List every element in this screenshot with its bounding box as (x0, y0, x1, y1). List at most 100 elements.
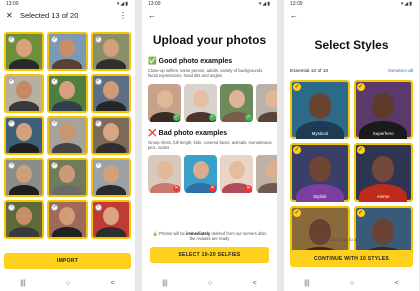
screen-select-photos: 13:09 ▾◢▮ ✕ Selected 13 of 20 ⋮ ✓ ✓ ✓ ✓ ✓ ✓ ✓ ✓… (0, 0, 135, 291)
approved-check-icon: ✓ (209, 114, 216, 121)
top-bar: ← (142, 8, 277, 22)
back-arrow-icon[interactable]: ← (148, 11, 158, 20)
recents-icon[interactable]: ||| (304, 280, 309, 287)
photo-person-body (52, 185, 83, 195)
more-icon[interactable]: ⋮ (119, 11, 129, 20)
rejected-cross-icon: ✕ (209, 185, 216, 192)
style-person-face (372, 155, 395, 182)
privacy-note-bold: immediately (186, 231, 211, 236)
photo-tile[interactable]: ✓ (47, 116, 88, 155)
photo-tile[interactable]: ✓ (90, 74, 131, 113)
style-name: Stylish (313, 194, 327, 199)
photo-person-body (257, 183, 277, 193)
style-selected-check-icon[interactable]: ✓ (293, 146, 301, 154)
top-bar: ← (284, 8, 419, 22)
photo-person-face (264, 90, 277, 109)
photo-tile[interactable]: ✓ (47, 158, 88, 197)
back-arrow-icon[interactable]: ← (290, 11, 300, 20)
photo-tile[interactable]: ○ (4, 158, 45, 197)
style-selected-check-icon[interactable]: ✓ (356, 209, 365, 217)
style-person-body (295, 184, 344, 202)
style-selected-check-icon[interactable]: ✓ (293, 209, 301, 217)
home-icon[interactable]: ○ (66, 280, 70, 287)
selection-check-icon[interactable]: ✓ (8, 120, 15, 127)
photo-tile[interactable]: ○ (4, 200, 45, 239)
good-examples-title: ✅ Good photo examples (148, 58, 233, 65)
selection-check-icon[interactable]: ○ (8, 204, 15, 211)
status-icons: ▾◢▮ (400, 1, 413, 7)
rejected-cross-icon: ✕ (173, 185, 180, 192)
photo-person-face (192, 161, 209, 180)
selection-check-icon[interactable]: ○ (94, 204, 102, 211)
selection-check-icon[interactable]: ✓ (94, 36, 102, 43)
selection-check-icon[interactable]: ○ (94, 162, 102, 169)
selection-check-icon[interactable]: ✓ (51, 78, 59, 85)
photo-person-body (52, 101, 83, 111)
photo-tile[interactable]: ✓ (4, 74, 45, 113)
recents-icon[interactable]: ||| (162, 280, 167, 287)
photo-person-face (156, 90, 173, 109)
import-button[interactable]: IMPORT (4, 253, 131, 269)
style-selected-check-icon[interactable]: ✓ (293, 83, 301, 91)
selection-check-icon[interactable]: ✓ (51, 204, 59, 211)
home-icon[interactable]: ○ (350, 280, 354, 287)
bad-example-photo: ✕ (184, 155, 217, 193)
style-card[interactable]: ✓ Anime (353, 143, 413, 202)
style-person-face (308, 155, 331, 182)
back-nav-icon[interactable]: < (395, 280, 399, 287)
photo-tile[interactable]: ○ (90, 200, 131, 239)
photo-person-body (9, 59, 40, 69)
status-time: 13:09 (290, 1, 303, 7)
selection-check-icon[interactable]: ✓ (51, 36, 59, 43)
deselect-all-link[interactable]: Deselect all (388, 69, 413, 74)
good-examples-row: ✓ ✓ ✓ ✓ (148, 84, 277, 122)
approved-check-icon: ✓ (173, 114, 180, 121)
photo-tile[interactable]: ✓ (47, 200, 88, 239)
style-card[interactable]: ✓ Stylish (290, 143, 350, 202)
photo-person-face (59, 165, 76, 183)
style-card[interactable]: ✓ Superhero (353, 80, 413, 139)
photo-tile[interactable]: ✓ (4, 32, 45, 71)
good-example-photo: ✓ (256, 84, 277, 122)
photo-person-body (9, 185, 40, 195)
status-bar: 13:09 ▾◢▮ (284, 0, 419, 8)
selection-check-icon[interactable]: ✓ (94, 120, 102, 127)
screen-upload-photos: 13:09 ▾◢▮ ← Upload your photos ✅ Good ph… (142, 0, 277, 291)
home-icon[interactable]: ○ (208, 280, 212, 287)
continue-button[interactable]: CONTINUE WITH 10 STYLES (290, 250, 413, 267)
select-selfies-button[interactable]: SELECT 10-20 SELFIES (150, 247, 269, 263)
selection-check-icon[interactable]: ✓ (8, 36, 15, 43)
style-name: Anime (376, 194, 390, 199)
good-example-photo: ✓ (220, 84, 253, 122)
photo-tile[interactable]: ✓ (4, 116, 45, 155)
recents-icon[interactable]: ||| (20, 280, 25, 287)
essential-count: Essential 10 of 10 (290, 69, 329, 74)
photo-person-face (102, 81, 119, 99)
back-nav-icon[interactable]: < (111, 280, 115, 287)
close-icon[interactable]: ✕ (6, 11, 16, 20)
good-examples-description: Close-up selfies, same person, adults, v… (148, 68, 264, 79)
style-card[interactable]: ✓ Mystical (290, 80, 350, 139)
photo-person-face (16, 165, 33, 183)
photo-tile[interactable]: ✓ (90, 116, 131, 155)
photo-tile[interactable]: ✓ (47, 32, 88, 71)
photo-person-face (192, 90, 209, 109)
photo-tile[interactable]: ✓ (90, 32, 131, 71)
photo-tile[interactable]: ○ (90, 158, 131, 197)
selection-check-icon[interactable]: ✓ (94, 78, 102, 85)
style-selected-check-icon[interactable]: ✓ (356, 146, 365, 154)
selection-check-icon[interactable]: ○ (8, 162, 15, 169)
selection-check-icon[interactable]: ✓ (51, 120, 59, 127)
style-selected-check-icon[interactable]: ✓ (356, 83, 365, 91)
photo-person-face (59, 39, 76, 57)
good-example-photo: ✓ (148, 84, 181, 122)
selection-check-icon[interactable]: ✓ (51, 162, 59, 169)
photo-person-body (257, 112, 277, 122)
photo-person-face (102, 165, 119, 183)
back-nav-icon[interactable]: < (253, 280, 257, 287)
photo-tile[interactable]: ✓ (47, 74, 88, 113)
page-title: Upload your photos (152, 33, 267, 47)
style-person-body (295, 121, 344, 139)
selection-check-icon[interactable]: ✓ (8, 78, 15, 85)
bad-examples-title: ❌ Bad photo examples (148, 130, 228, 137)
